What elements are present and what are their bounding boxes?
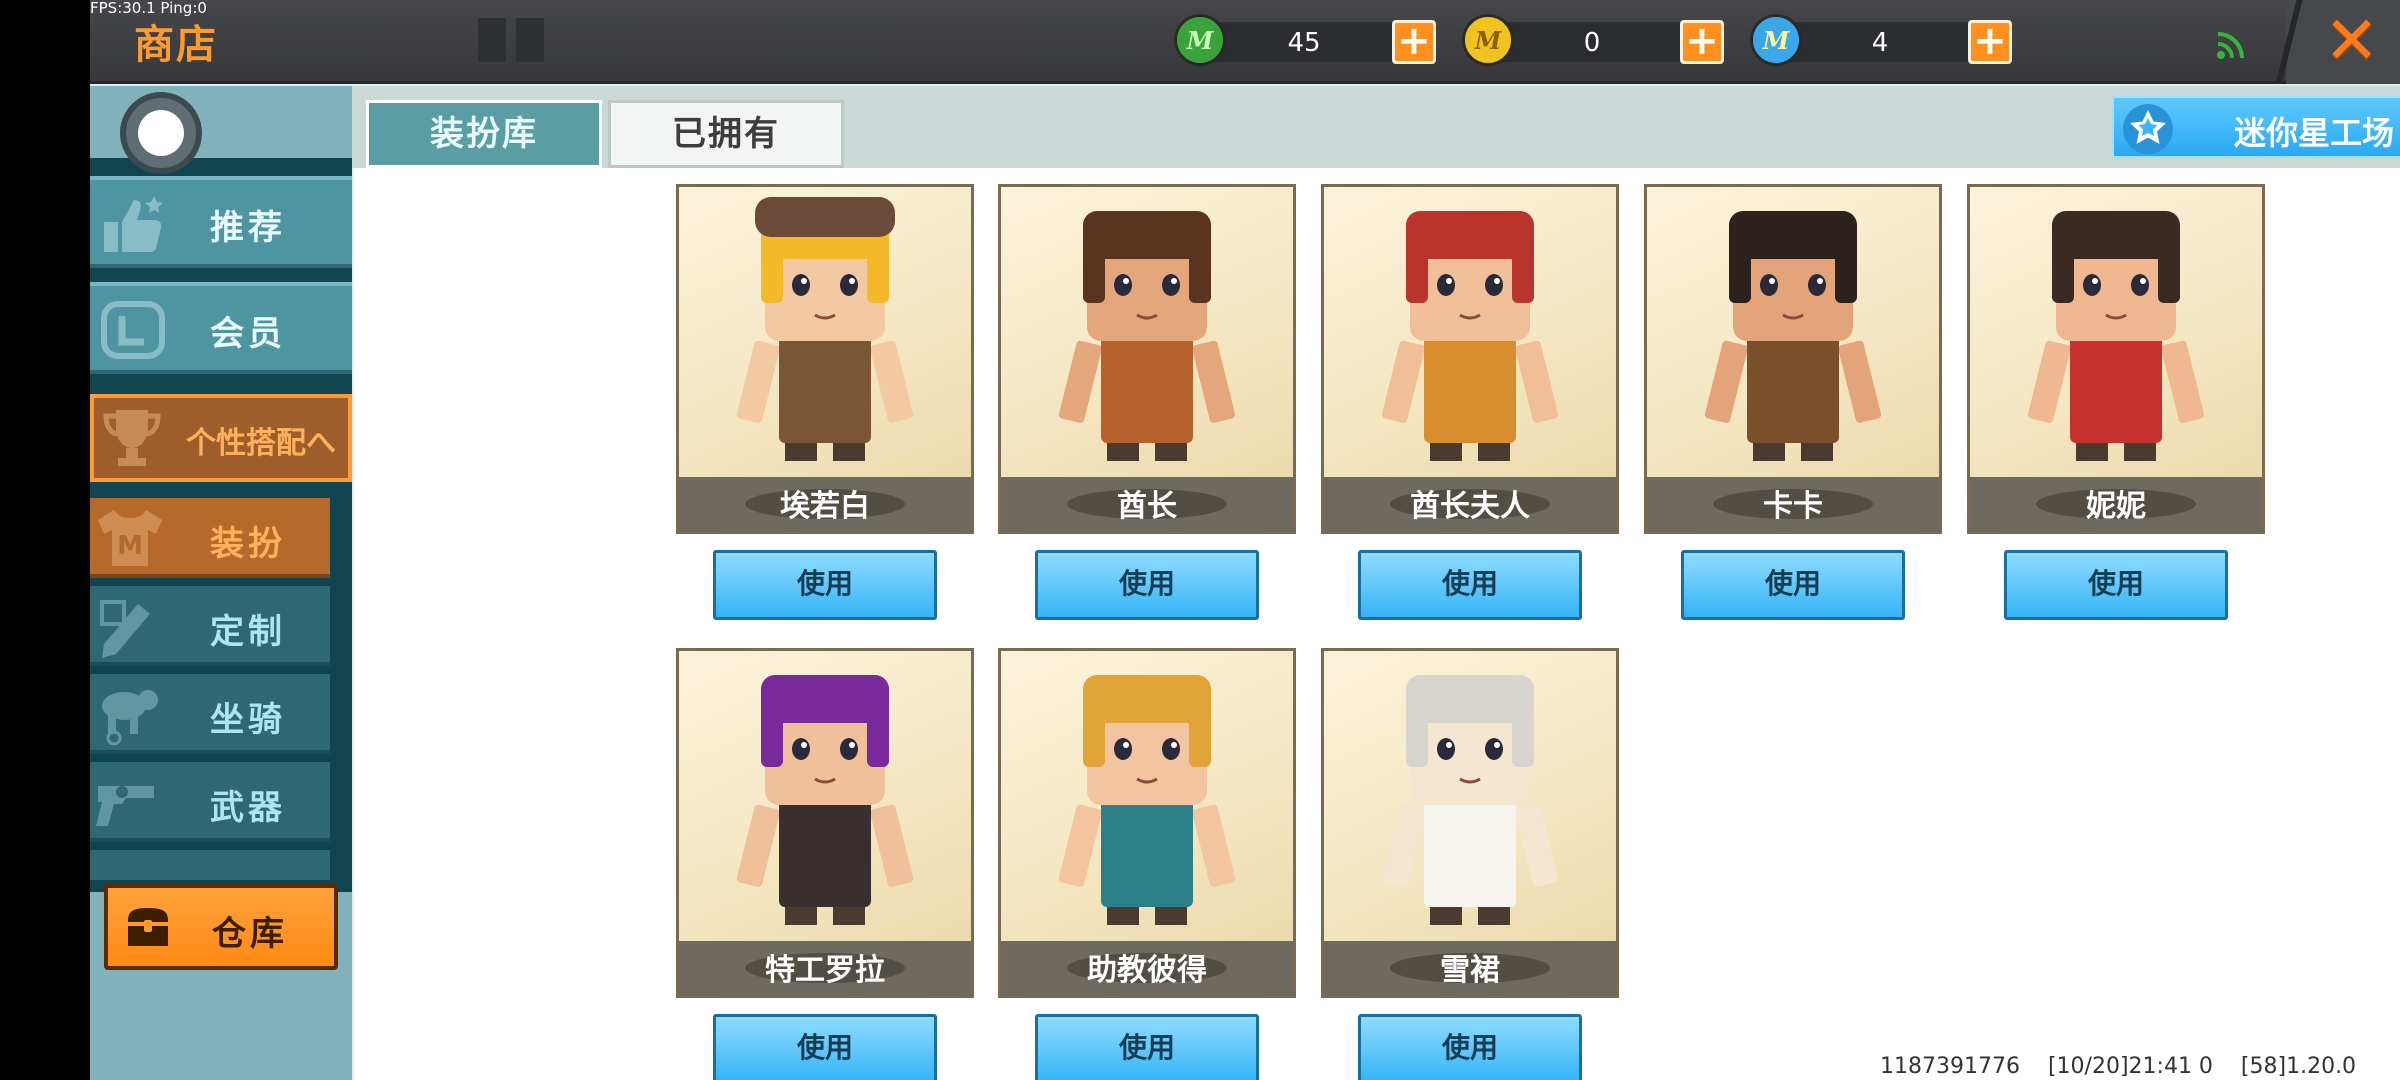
star-mini-coin-icon: M — [1750, 14, 1802, 66]
character-portrait — [736, 197, 914, 461]
mini-workshop-button[interactable]: 迷你星工场 — [2112, 96, 2400, 158]
sidebar-item-label: 会员 — [210, 314, 286, 354]
revolver-icon — [96, 786, 154, 826]
use-button[interactable]: 使用 — [713, 1014, 937, 1080]
skin-card[interactable]: 酋长 — [998, 184, 1296, 534]
sidebar-item-label: 定制 — [210, 612, 286, 652]
sidebar-item-member[interactable]: 会员 — [90, 282, 352, 374]
skin-card[interactable]: 助教彼得 — [998, 648, 1296, 998]
use-button[interactable]: 使用 — [713, 550, 937, 620]
warehouse-label: 仓库 — [212, 914, 288, 954]
skin-card[interactable]: 特工罗拉 — [676, 648, 974, 998]
use-button[interactable]: 使用 — [1035, 550, 1259, 620]
skin-name: 雪裙 — [1440, 953, 1500, 988]
warehouse-button[interactable]: 仓库 — [104, 884, 338, 970]
tab-outfit-library[interactable]: 装扮库 — [366, 100, 602, 168]
chest-icon — [128, 908, 168, 946]
server-time: [10/20]21:41 0 — [2047, 1054, 2213, 1079]
character-portrait — [1381, 675, 1559, 925]
sidebar-subitem-outfit[interactable]: M 装扮 — [90, 498, 330, 578]
sidebar-subitem-custom[interactable]: 定制 — [90, 586, 330, 666]
use-button[interactable]: 使用 — [1358, 1014, 1582, 1080]
add-currency-button[interactable]: + — [1680, 20, 1724, 64]
skin-name: 助教彼得 — [1087, 953, 1207, 988]
user-id: 1187391776 — [1880, 1054, 2020, 1079]
skin-name: 埃若白 — [780, 489, 870, 524]
sidebar-subitem-more[interactable] — [90, 850, 330, 880]
character-portrait — [2027, 211, 2205, 461]
sidebar-item-personal-style[interactable]: 个性搭配へ — [90, 394, 352, 482]
green-mini-coin-icon: M — [1174, 14, 1226, 66]
trophy-icon — [103, 410, 161, 466]
use-button[interactable]: 使用 — [1358, 550, 1582, 620]
shop-screen: 商店 M 45 + M 0 + M 4 + ✕ FPS:30.1 Ping:0 … — [90, 0, 2400, 1080]
character-portrait — [736, 675, 914, 925]
mount-icon — [102, 690, 158, 746]
sidebar-item-label: 坐骑 — [210, 700, 286, 740]
vip-badge-icon — [101, 301, 165, 359]
decor-stripe — [516, 18, 544, 62]
skin-card[interactable]: 埃若白 — [676, 184, 974, 534]
skin-name: 特工罗拉 — [765, 953, 885, 988]
use-button[interactable]: 使用 — [1035, 1014, 1259, 1080]
avatar[interactable] — [120, 92, 202, 174]
close-icon: ✕ — [2324, 2, 2380, 79]
currency-value: 0 — [1583, 28, 1601, 58]
footer-info: 1187391776 [10/20]21:41 0 [58]1.20.0 — [1880, 1054, 2356, 1079]
skin-name: 卡卡 — [1763, 489, 1823, 524]
star-icon — [2123, 104, 2173, 154]
currency-value: 45 — [1287, 28, 1321, 58]
pencil-icon — [100, 600, 150, 658]
close-button[interactable]: ✕ — [2275, 0, 2400, 84]
tab-bar: 装扮库 已拥有 迷你星工场 — [352, 86, 2400, 168]
currency-value: 4 — [1871, 28, 1889, 58]
character-portrait — [1058, 211, 1236, 461]
decor-divider — [2275, 0, 2303, 84]
version-label: [58]1.20.0 — [2240, 1054, 2357, 1079]
thumbs-up-icon — [104, 196, 163, 252]
gold-mini-coin-icon: M — [1462, 14, 1514, 66]
use-button[interactable]: 使用 — [2004, 550, 2228, 620]
add-currency-button[interactable]: + — [1968, 20, 2012, 64]
sidebar-subitem-mount[interactable]: 坐骑 — [90, 674, 330, 754]
page-title: 商店 — [134, 22, 218, 68]
skin-grid: 埃若白 使用 酋长 使用 酋长夫人 使用 卡卡 使用 妮妮 使用 特工罗拉 使用… — [354, 168, 2400, 1080]
signal-icon — [2217, 32, 2244, 59]
character-portrait — [1704, 211, 1882, 461]
character-portrait — [1058, 675, 1236, 925]
skin-name: 妮妮 — [2086, 489, 2146, 524]
add-currency-button[interactable]: + — [1392, 20, 1436, 64]
skin-name: 酋长夫人 — [1410, 489, 1530, 524]
skin-card[interactable]: 酋长夫人 — [1321, 184, 1619, 534]
svg-text:M: M — [117, 531, 143, 561]
skin-card[interactable]: 雪裙 — [1321, 648, 1619, 998]
character-portrait — [1381, 211, 1559, 461]
decor-stripe — [478, 18, 506, 62]
use-button[interactable]: 使用 — [1681, 550, 1905, 620]
skin-card[interactable]: 妮妮 — [1967, 184, 2265, 534]
shirt-icon: M — [98, 510, 162, 566]
sidebar-item-label: 装扮 — [210, 524, 286, 564]
sidebar-header — [90, 86, 352, 174]
top-bar: 商店 M 45 + M 0 + M 4 + ✕ — [90, 0, 2400, 84]
tab-owned[interactable]: 已拥有 — [608, 100, 844, 168]
skin-card[interactable]: 卡卡 — [1644, 184, 1942, 534]
sidebar-item-label: 推荐 — [210, 208, 286, 248]
fps-readout: FPS:30.1 Ping:0 — [90, 0, 207, 17]
mini-workshop-label: 迷你星工场 — [2234, 114, 2395, 152]
sidebar-item-recommend[interactable]: 推荐 — [90, 176, 352, 268]
sidebar-item-label: 个性搭配へ — [186, 426, 336, 461]
skin-name: 酋长 — [1117, 489, 1177, 524]
sidebar-subitem-weapon[interactable]: 武器 — [90, 762, 330, 842]
sidebar-item-label: 武器 — [210, 788, 286, 828]
